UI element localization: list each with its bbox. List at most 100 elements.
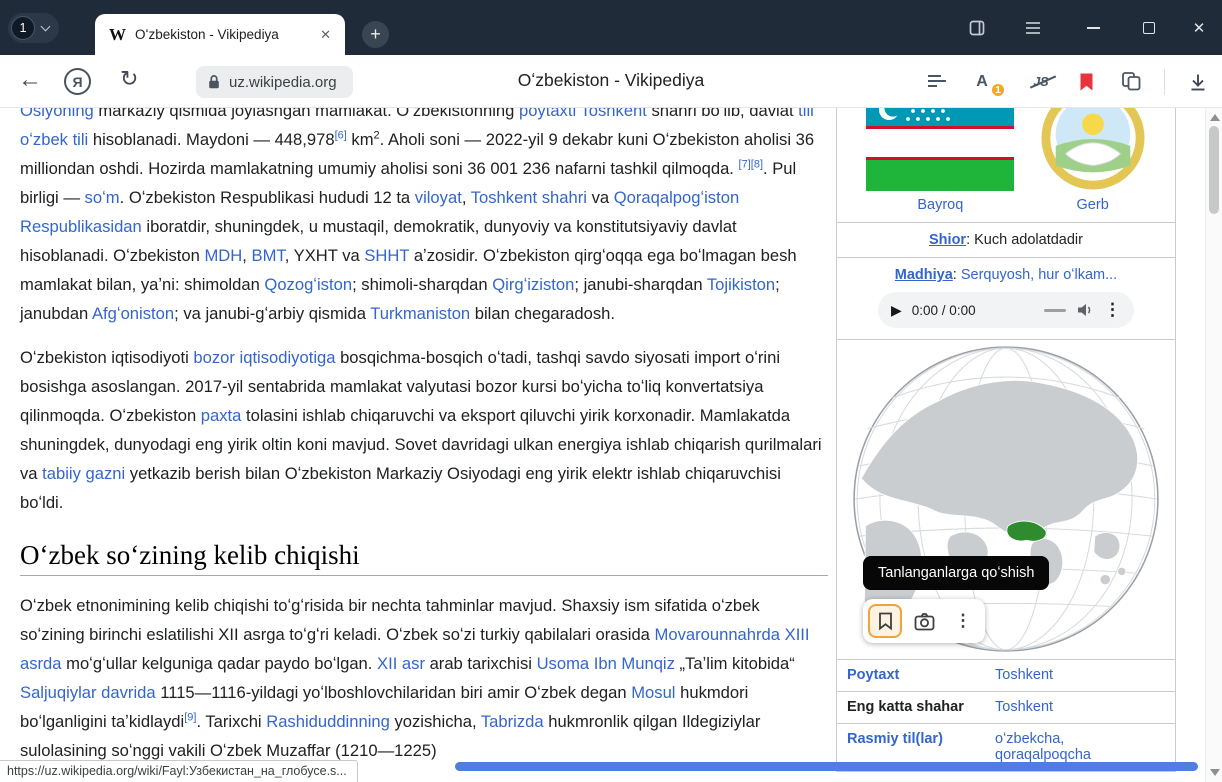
row-label-capital[interactable]: Poytaxt — [847, 667, 995, 683]
reference-superscript[interactable]: [8] — [751, 158, 763, 170]
reader-mode-button[interactable] — [925, 70, 949, 94]
browser-toolbar: ← Я ↻ uz.wikipedia.org Oʻzbekiston - Vik… — [0, 55, 1222, 108]
article-link[interactable]: Mosul — [631, 683, 675, 702]
article-link[interactable]: bozor iqtisodiyotiga — [193, 348, 335, 367]
reload-button[interactable]: ↻ — [120, 66, 138, 92]
article-link[interactable]: Saljuqiylar davrida — [20, 683, 156, 702]
back-button[interactable]: ← — [18, 66, 42, 94]
reference-superscript[interactable]: [9] — [184, 711, 196, 723]
row-label-official-languages[interactable]: Rasmiy til(lar) — [847, 731, 995, 763]
window-close-button[interactable]: ✕ — [1182, 0, 1216, 55]
window-minimize-button[interactable] — [1076, 0, 1110, 55]
tab-active[interactable]: W Oʻzbekiston - Vikipediya ✕ — [95, 14, 345, 55]
article-link[interactable]: [8] — [751, 158, 763, 170]
tab-close-icon[interactable]: ✕ — [316, 25, 335, 45]
article-link[interactable]: XII asr — [377, 654, 425, 673]
image-action-tooltip: Tanlanganlarga qoʻshish — [863, 556, 1049, 590]
flag-block[interactable]: Bayroq — [866, 108, 1014, 213]
browser-titlebar: 1 W Oʻzbekiston - Vikipediya ✕ + ✕ — [0, 0, 1222, 55]
article-text: , — [462, 188, 471, 207]
article-link[interactable]: Osiyoning — [20, 108, 94, 120]
article-text: Oʻzbekiston iqtisodiyoti — [20, 348, 193, 367]
row-value-language-uzbek[interactable]: oʻzbekcha, — [995, 731, 1064, 747]
article-link[interactable]: BMT — [252, 246, 285, 265]
article-link[interactable]: Usoma Ibn Munqiz — [537, 654, 675, 673]
image-more-actions-button[interactable]: ⋮ — [946, 604, 980, 638]
window-maximize-button[interactable] — [1132, 0, 1166, 55]
volume-icon[interactable] — [1076, 302, 1094, 318]
reference-superscript[interactable]: [7] — [739, 158, 751, 170]
article-text: . Oʻzbekiston Respublikasi hududi 12 ta — [120, 188, 415, 207]
anthem-label-link[interactable]: Madhiya — [895, 267, 953, 283]
article-link[interactable]: tabiiy gazni — [42, 464, 125, 483]
address-bar[interactable]: uz.wikipedia.org — [196, 66, 353, 98]
article-link[interactable]: SHHT — [364, 246, 409, 265]
downloads-button[interactable] — [1186, 70, 1210, 94]
lock-icon — [207, 74, 221, 90]
flag-caption-link[interactable]: Bayroq — [917, 197, 963, 213]
motto-row: Shior: Kuch adolatdadir — [837, 222, 1175, 257]
article-link[interactable]: Qozogʻiston — [264, 275, 352, 294]
reference-superscript[interactable]: [6] — [335, 129, 347, 141]
row-value-largest-city[interactable]: Toshkent — [995, 699, 1053, 715]
article-link[interactable]: Toshkent — [580, 108, 646, 120]
article-paragraph: Osiyoning markaziy qismida joylashgan ma… — [20, 108, 828, 328]
article-link[interactable]: Toshkent shahri — [471, 188, 587, 207]
article-link[interactable]: poytaxti — [519, 108, 576, 120]
article-link[interactable]: [7] — [739, 158, 751, 170]
yandex-logo-icon[interactable]: Я — [64, 68, 91, 95]
anthem-title-link[interactable]: Serquyosh, hur oʻlkam... — [961, 267, 1117, 283]
menu-button[interactable] — [1016, 0, 1050, 55]
article-text: bilan chegaradosh. — [470, 304, 615, 323]
reader-mode-icon — [927, 74, 947, 90]
tab-group-selector[interactable]: 1 — [8, 13, 59, 43]
uzbekistan-flag-image[interactable] — [866, 108, 1014, 191]
audio-menu-icon[interactable]: ⋮ — [1104, 300, 1121, 320]
article-link[interactable]: Turkmaniston — [370, 304, 470, 323]
article-text: moʻgʻullar kelguniga qadar paydo boʻlgan… — [62, 654, 378, 673]
infobox-row-capital: Poytaxt Toshkent — [837, 659, 1175, 691]
article-link[interactable]: paxta — [201, 406, 242, 425]
article-link[interactable]: Tabrizda — [481, 712, 544, 731]
article-link[interactable]: tili — [798, 108, 814, 120]
motto-label-link[interactable]: Shior — [929, 232, 966, 248]
horizontal-scrollbar-thumb[interactable] — [455, 762, 1198, 771]
article-link[interactable]: viloyat — [415, 188, 462, 207]
emblem-caption-link[interactable]: Gerb — [1077, 197, 1109, 213]
audio-player[interactable]: ▶ 0:00 / 0:00 ⋮ — [878, 292, 1134, 328]
article-link[interactable]: Rashiduddinning — [266, 712, 390, 731]
vertical-scrollbar-thumb[interactable] — [1209, 126, 1219, 214]
article-text: Oʻzbek etnonimining kelib chiqishi toʻgʻ… — [20, 596, 760, 644]
translate-button[interactable]: A 1 — [970, 70, 994, 94]
article-link[interactable]: Afgʻoniston — [92, 304, 174, 323]
bookmark-page-button[interactable] — [1074, 70, 1098, 94]
article-text: km — [347, 130, 374, 149]
vertical-scrollbar[interactable] — [1205, 108, 1222, 782]
new-tab-button[interactable]: + — [362, 21, 389, 48]
emblem-block[interactable]: Gerb — [1040, 108, 1146, 213]
row-value-capital[interactable]: Toshkent — [995, 667, 1053, 683]
collections-button[interactable] — [1119, 70, 1143, 94]
anthem-row: Madhiya: Serquyosh, hur oʻlkam... ▶ 0:00… — [837, 257, 1175, 339]
panel-button[interactable] — [960, 0, 994, 55]
article-link[interactable]: MDH — [204, 246, 242, 265]
tab-group-badge[interactable]: 1 — [11, 16, 35, 40]
uzbekistan-emblem-image[interactable] — [1040, 108, 1146, 191]
article-link[interactable]: Qirgʻiziston — [492, 275, 574, 294]
add-to-collections-button[interactable] — [868, 604, 902, 638]
article-link[interactable]: Tojikiston — [707, 275, 775, 294]
scroll-down-arrow[interactable] — [1210, 769, 1220, 776]
article-link[interactable]: soʻm — [85, 188, 120, 207]
play-icon[interactable]: ▶ — [891, 302, 902, 319]
page-title: Oʻzbekiston - Vikipediya — [518, 70, 704, 91]
article-link[interactable]: [6] — [335, 129, 347, 141]
article-link[interactable]: [9] — [184, 711, 196, 723]
search-by-image-button[interactable] — [907, 604, 941, 638]
row-value-language-karakalpak[interactable]: qoraqalpoqcha — [995, 747, 1091, 763]
article-link[interactable]: oʻzbek tili — [20, 130, 88, 149]
javascript-toggle-button[interactable]: JS — [1029, 70, 1053, 94]
article-link[interactable]: Movarounnahrda — [655, 625, 780, 644]
article-text: , — [242, 246, 251, 265]
audio-seekbar[interactable] — [1044, 309, 1066, 312]
scroll-up-arrow[interactable] — [1210, 114, 1220, 121]
